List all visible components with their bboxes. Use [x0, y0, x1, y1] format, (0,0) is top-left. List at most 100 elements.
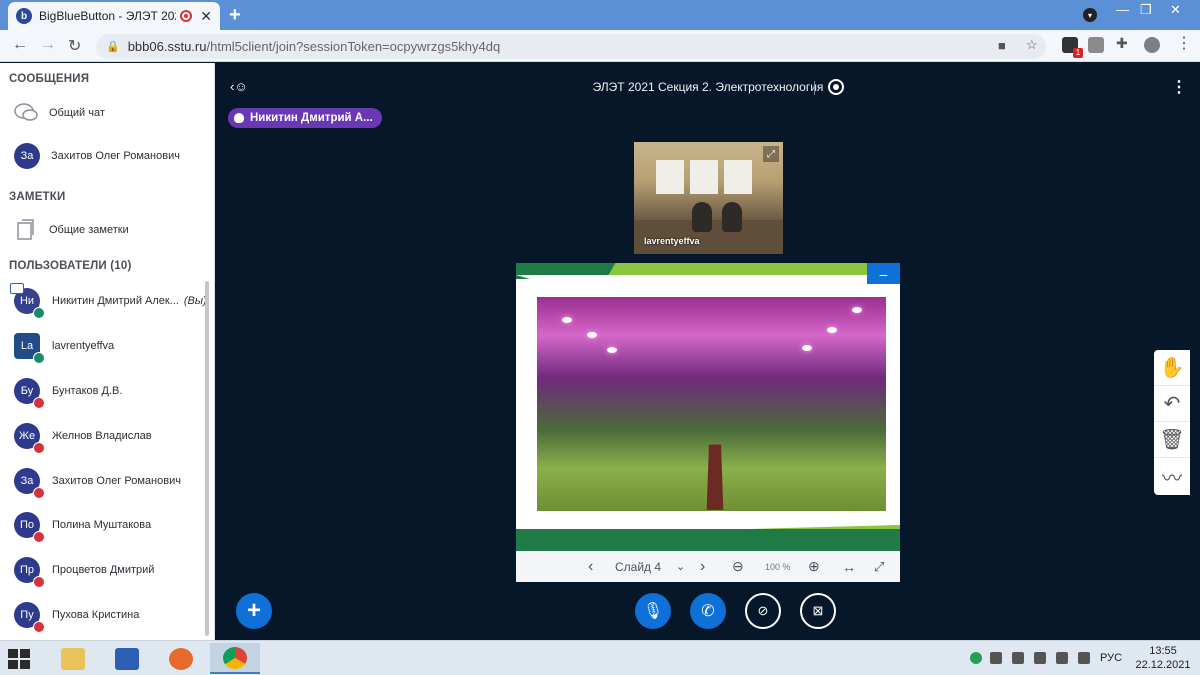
person-graphic [722, 202, 742, 232]
mic-muted-icon [33, 531, 45, 543]
fullscreen-icon[interactable]: ⤢ [874, 559, 884, 575]
share-webcam-button[interactable]: ⊘ [745, 593, 781, 629]
profile-avatar-icon[interactable] [1144, 37, 1160, 53]
presentation-toolbar: ‹ Слайд 4 ⌄ › ⊖ 100 % ⊕ ↔ ⤢ [516, 551, 900, 582]
mute-microphone-button[interactable]: 🎙 [635, 593, 671, 629]
user-list-item[interactable]: Бу Бунтаков Д.В. [0, 369, 205, 413]
zoom-value: 100 % [765, 561, 791, 572]
sidebar: СООБЩЕНИЯ Общий чат За Захитов Олег Рома… [0, 63, 215, 640]
microphone-icon [234, 113, 244, 123]
reload-button[interactable]: ↻ [68, 36, 81, 56]
user-list-item[interactable]: Ни Никитин Дмитрий Алек... (Вы) [0, 279, 207, 323]
notes-section-title: ЗАМЕТКИ [9, 191, 66, 203]
system-clock[interactable]: 13:55 22.12.2021 [1134, 644, 1192, 672]
word-app[interactable] [102, 643, 152, 674]
browser-tab-bar: b BigBlueButton - ЭЛЭТ 2021 С ✕ + ▾ — ❐ … [0, 0, 1200, 30]
extension-photo-icon[interactable] [1088, 37, 1104, 53]
lamp-graphic [802, 345, 812, 351]
shared-notes-item[interactable]: Общие заметки [0, 210, 205, 250]
new-tab-button[interactable]: + [229, 4, 241, 27]
maximize-window-button[interactable]: ❐ [1140, 2, 1152, 18]
mic-muted-icon [33, 442, 45, 454]
minimize-window-button[interactable]: — [1116, 2, 1129, 17]
fit-width-icon[interactable]: ↔ [842, 559, 856, 575]
windows-taskbar: РУС 13:55 22.12.2021 [0, 640, 1200, 675]
user-list-item[interactable]: La lavrentyeffva [0, 324, 205, 368]
webcam-username[interactable]: lavrentyeffva [644, 236, 700, 246]
slide-top-white [516, 275, 900, 297]
leave-audio-button[interactable]: ✆ [690, 593, 726, 629]
user-list-item[interactable]: Же Желнов Владислав [0, 414, 205, 458]
talking-indicator[interactable]: Никитин Дмитрий А... [228, 108, 382, 128]
forward-button[interactable]: → [40, 36, 56, 54]
language-indicator[interactable]: РУС [1100, 652, 1122, 664]
firefox-icon [169, 647, 193, 670]
share-screen-button[interactable]: ⊠ [800, 593, 836, 629]
webcam-video[interactable]: lavrentyeffva ⤢ [634, 142, 783, 254]
mic-muted-icon [33, 397, 45, 409]
close-tab-icon[interactable]: ✕ [200, 8, 212, 25]
extension-badge-icon[interactable] [1062, 37, 1083, 58]
hand-tool-icon[interactable]: ✋ [1154, 350, 1190, 386]
browser-menu-icon[interactable]: ⋮ [1176, 33, 1192, 52]
person-graphic [692, 202, 712, 232]
close-window-button[interactable]: ✕ [1170, 2, 1181, 18]
avatar: Пр [14, 557, 45, 588]
presentation-slide[interactable]: – [516, 263, 900, 551]
back-button[interactable]: ← [12, 36, 28, 54]
prev-slide-icon[interactable]: ‹ [588, 558, 593, 576]
avatar: За [14, 143, 40, 169]
avatar-initials: La [20, 340, 34, 352]
user-list-item[interactable]: Пу Пухова Кристина [0, 593, 205, 637]
tab-title: BigBlueButton - ЭЛЭТ 2021 С [39, 9, 176, 23]
url-input[interactable]: 🔒 bbb06.sstu.ru/html5client/join?session… [96, 34, 1046, 59]
webcam-fullscreen-icon[interactable]: ⤢ [763, 146, 779, 162]
monitor-tray-icon[interactable] [1034, 652, 1046, 664]
lamp-graphic [562, 317, 572, 323]
zoom-in-icon[interactable]: ⊕ [808, 558, 820, 575]
user-name: Захитов Олег Романович [52, 475, 181, 487]
bookmark-star-icon[interactable]: ☆ [1026, 37, 1038, 53]
user-list-item[interactable]: Пр Процветов Дмитрий [0, 548, 205, 592]
windows-start-icon[interactable] [8, 649, 30, 669]
you-label: (Вы) [183, 295, 207, 307]
user-list-item[interactable]: За Захитов Олег Романович [0, 459, 205, 503]
chrome-app[interactable] [210, 643, 260, 674]
public-chat-label: Общий чат [49, 107, 105, 119]
lamp-graphic [587, 332, 597, 338]
user-list-item[interactable]: По Полина Муштакова [0, 503, 205, 547]
avatar: Ни [10, 283, 45, 319]
bbb-favicon-icon: b [16, 8, 32, 24]
poster-graphic [656, 160, 684, 194]
undo-icon[interactable]: ↶ [1154, 386, 1190, 422]
talker-name: Никитин Дмитрий А... [250, 112, 373, 124]
slide-top-accent [608, 263, 900, 275]
record-button[interactable] [828, 79, 844, 95]
volume-tray-icon[interactable] [1078, 652, 1090, 664]
private-chat-item[interactable]: За Захитов Олег Романович [0, 136, 205, 176]
actions-plus-button[interactable]: + [236, 593, 272, 629]
tab-search-icon[interactable]: ▾ [1083, 8, 1097, 22]
options-menu-icon[interactable]: ⋮ [1171, 77, 1187, 97]
users-title-text: ПОЛЬЗОВАТЕЛИ [9, 260, 107, 272]
network-tray-icon[interactable] [1012, 652, 1024, 664]
file-explorer-app[interactable] [48, 643, 98, 674]
slide-selector[interactable]: Слайд 4 [615, 560, 661, 574]
browser-tab[interactable]: b BigBlueButton - ЭЛЭТ 2021 С ✕ [8, 2, 220, 30]
trash-icon[interactable]: 🗑 [1154, 422, 1190, 458]
chevron-down-icon[interactable]: ⌄ [676, 560, 685, 573]
mic-muted-icon [33, 576, 45, 588]
zoom-out-icon[interactable]: ⊖ [732, 558, 744, 575]
firefox-app[interactable] [156, 643, 206, 674]
camera-permission-icon[interactable]: ■ [998, 38, 1006, 53]
battery-tray-icon[interactable] [1056, 652, 1068, 664]
user-list-scrollbar[interactable] [205, 281, 209, 636]
tray-icon[interactable] [990, 652, 1002, 664]
minimize-presentation-button[interactable]: – [867, 263, 900, 284]
extensions-puzzle-icon[interactable]: ✚ [1116, 35, 1132, 51]
public-chat-item[interactable]: Общий чат [0, 93, 205, 133]
whiteboard-toolbar: ✋ ↶ 🗑 〰 [1154, 350, 1190, 495]
security-tray-icon[interactable] [970, 652, 982, 664]
multi-user-whiteboard-icon[interactable]: 〰 [1154, 458, 1190, 494]
next-slide-icon[interactable]: › [700, 558, 705, 576]
